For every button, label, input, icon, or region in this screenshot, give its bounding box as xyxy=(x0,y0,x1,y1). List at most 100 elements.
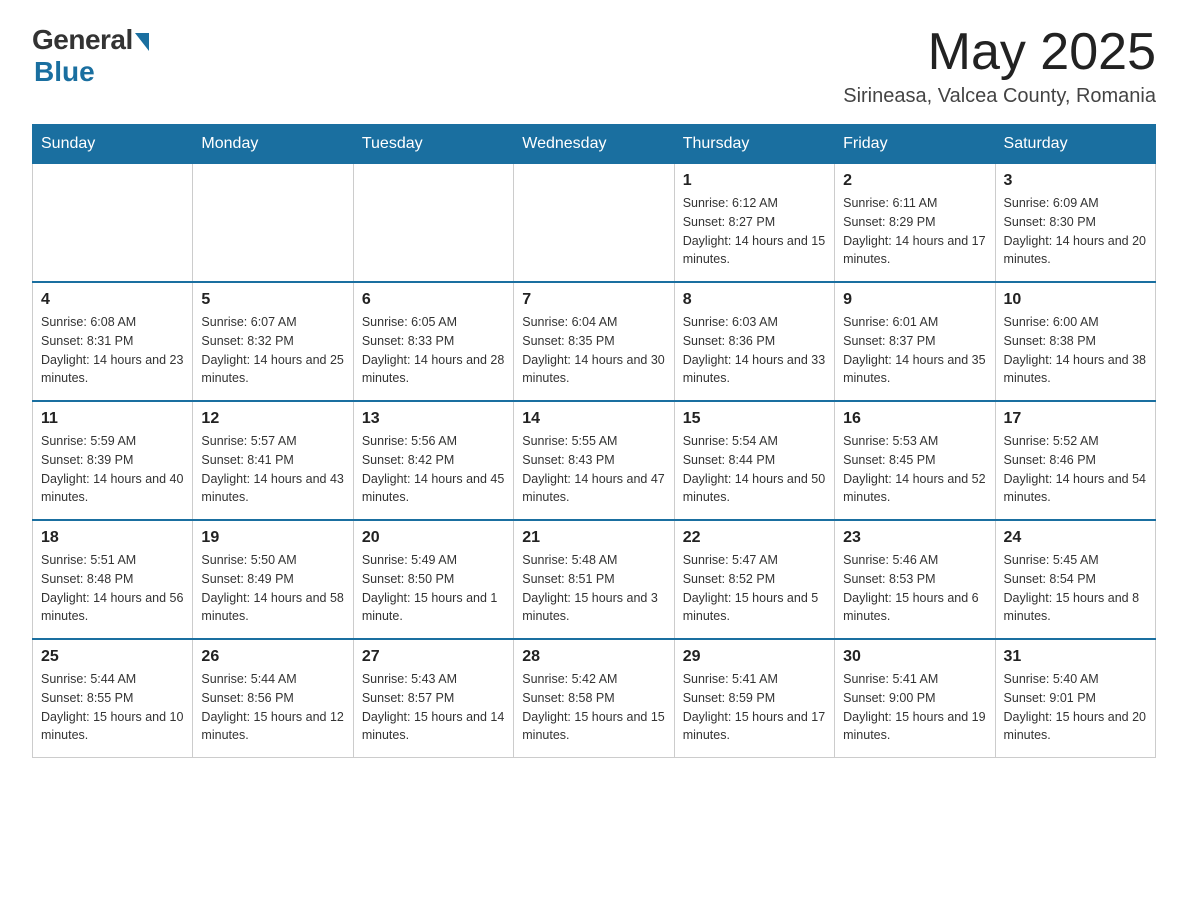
calendar-row-4: 18Sunrise: 5:51 AMSunset: 8:48 PMDayligh… xyxy=(33,520,1156,639)
day-info: Sunrise: 6:12 AMSunset: 8:27 PMDaylight:… xyxy=(683,194,826,269)
calendar-table: Sunday Monday Tuesday Wednesday Thursday… xyxy=(32,124,1156,758)
calendar-cell: 15 Sunrise: 5:54 AMSunset: 8:44 PMDayligh… xyxy=(674,401,834,520)
day-number: 4 xyxy=(41,291,184,309)
day-info: Sunrise: 5:49 AMSunset: 8:50 PMDaylight:… xyxy=(362,551,505,626)
day-number: 27 xyxy=(362,648,505,666)
day-number: 23 xyxy=(843,529,986,547)
col-tuesday: Tuesday xyxy=(353,125,513,164)
day-number: 22 xyxy=(683,529,826,547)
calendar-cell: 10Sunrise: 6:00 AMSunset: 8:38 PMDayligh… xyxy=(995,282,1155,401)
calendar-cell: 20Sunrise: 5:49 AMSunset: 8:50 PMDayligh… xyxy=(353,520,513,639)
calendar-cell: 23 Sunrise: 5:46 AMSunset: 8:53 PMDayligh… xyxy=(835,520,995,639)
calendar-cell xyxy=(33,164,193,283)
day-number: 9 xyxy=(843,291,986,309)
col-saturday: Saturday xyxy=(995,125,1155,164)
calendar-cell: 5 Sunrise: 6:07 AMSunset: 8:32 PMDaylight… xyxy=(193,282,353,401)
calendar-cell: 8 Sunrise: 6:03 AMSunset: 8:36 PMDaylight… xyxy=(674,282,834,401)
day-number: 14 xyxy=(522,410,665,428)
calendar-cell: 27 Sunrise: 5:43 AMSunset: 8:57 PMDayligh… xyxy=(353,639,513,758)
calendar-cell: 12Sunrise: 5:57 AMSunset: 8:41 PMDayligh… xyxy=(193,401,353,520)
day-info: Sunrise: 5:47 AMSunset: 8:52 PMDaylight:… xyxy=(683,551,826,626)
logo: General Blue xyxy=(32,24,149,88)
day-info: Sunrise: 5:40 AMSunset: 9:01 PMDaylight:… xyxy=(1004,670,1147,745)
col-thursday: Thursday xyxy=(674,125,834,164)
calendar-row-5: 25 Sunrise: 5:44 AMSunset: 8:55 PMDayligh… xyxy=(33,639,1156,758)
day-info: Sunrise: 6:07 AMSunset: 8:32 PMDaylight:… xyxy=(201,313,344,388)
month-year-title: May 2025 xyxy=(843,24,1156,81)
calendar-cell: 7 Sunrise: 6:04 AMSunset: 8:35 PMDaylight… xyxy=(514,282,674,401)
calendar-row-3: 11 Sunrise: 5:59 AMSunset: 8:39 PMDayligh… xyxy=(33,401,1156,520)
calendar-cell: 21Sunrise: 5:48 AMSunset: 8:51 PMDayligh… xyxy=(514,520,674,639)
day-number: 13 xyxy=(362,410,505,428)
day-info: Sunrise: 5:44 AMSunset: 8:55 PMDaylight:… xyxy=(41,670,184,745)
calendar-cell: 18Sunrise: 5:51 AMSunset: 8:48 PMDayligh… xyxy=(33,520,193,639)
title-block: May 2025 Sirineasa, Valcea County, Roman… xyxy=(843,24,1156,108)
day-info: Sunrise: 6:11 AMSunset: 8:29 PMDaylight:… xyxy=(843,194,986,269)
calendar-cell xyxy=(193,164,353,283)
day-info: Sunrise: 5:59 AMSunset: 8:39 PMDaylight:… xyxy=(41,432,184,507)
calendar-cell: 30Sunrise: 5:41 AMSunset: 9:00 PMDayligh… xyxy=(835,639,995,758)
day-number: 11 xyxy=(41,410,184,428)
calendar-cell xyxy=(353,164,513,283)
day-info: Sunrise: 6:01 AMSunset: 8:37 PMDaylight:… xyxy=(843,313,986,388)
calendar-cell: 31 Sunrise: 5:40 AMSunset: 9:01 PMDayligh… xyxy=(995,639,1155,758)
day-number: 6 xyxy=(362,291,505,309)
col-sunday: Sunday xyxy=(33,125,193,164)
day-number: 8 xyxy=(683,291,826,309)
day-info: Sunrise: 5:50 AMSunset: 8:49 PMDaylight:… xyxy=(201,551,344,626)
calendar-cell xyxy=(514,164,674,283)
calendar-cell: 2Sunrise: 6:11 AMSunset: 8:29 PMDaylight… xyxy=(835,164,995,283)
day-info: Sunrise: 5:53 AMSunset: 8:45 PMDaylight:… xyxy=(843,432,986,507)
day-number: 10 xyxy=(1004,291,1147,309)
col-friday: Friday xyxy=(835,125,995,164)
day-info: Sunrise: 5:45 AMSunset: 8:54 PMDaylight:… xyxy=(1004,551,1147,626)
calendar-row-1: 1 Sunrise: 6:12 AMSunset: 8:27 PMDaylight… xyxy=(33,164,1156,283)
logo-arrow-icon xyxy=(135,33,149,51)
calendar-cell: 25 Sunrise: 5:44 AMSunset: 8:55 PMDayligh… xyxy=(33,639,193,758)
day-number: 7 xyxy=(522,291,665,309)
calendar-cell: 11 Sunrise: 5:59 AMSunset: 8:39 PMDayligh… xyxy=(33,401,193,520)
day-info: Sunrise: 6:08 AMSunset: 8:31 PMDaylight:… xyxy=(41,313,184,388)
day-info: Sunrise: 5:46 AMSunset: 8:53 PMDaylight:… xyxy=(843,551,986,626)
calendar-header-row: Sunday Monday Tuesday Wednesday Thursday… xyxy=(33,125,1156,164)
day-info: Sunrise: 5:56 AMSunset: 8:42 PMDaylight:… xyxy=(362,432,505,507)
day-number: 24 xyxy=(1004,529,1147,547)
day-info: Sunrise: 6:05 AMSunset: 8:33 PMDaylight:… xyxy=(362,313,505,388)
day-number: 1 xyxy=(683,172,826,190)
day-number: 15 xyxy=(683,410,826,428)
calendar-cell: 9 Sunrise: 6:01 AMSunset: 8:37 PMDaylight… xyxy=(835,282,995,401)
col-wednesday: Wednesday xyxy=(514,125,674,164)
calendar-cell: 3Sunrise: 6:09 AMSunset: 8:30 PMDaylight… xyxy=(995,164,1155,283)
day-number: 30 xyxy=(843,648,986,666)
calendar-cell: 1 Sunrise: 6:12 AMSunset: 8:27 PMDaylight… xyxy=(674,164,834,283)
location-title: Sirineasa, Valcea County, Romania xyxy=(843,85,1156,108)
day-info: Sunrise: 5:43 AMSunset: 8:57 PMDaylight:… xyxy=(362,670,505,745)
calendar-cell: 28Sunrise: 5:42 AMSunset: 8:58 PMDayligh… xyxy=(514,639,674,758)
day-number: 12 xyxy=(201,410,344,428)
day-number: 31 xyxy=(1004,648,1147,666)
day-number: 29 xyxy=(683,648,826,666)
day-info: Sunrise: 6:04 AMSunset: 8:35 PMDaylight:… xyxy=(522,313,665,388)
calendar-cell: 29Sunrise: 5:41 AMSunset: 8:59 PMDayligh… xyxy=(674,639,834,758)
day-info: Sunrise: 5:42 AMSunset: 8:58 PMDaylight:… xyxy=(522,670,665,745)
calendar-cell: 26 Sunrise: 5:44 AMSunset: 8:56 PMDayligh… xyxy=(193,639,353,758)
calendar-cell: 14Sunrise: 5:55 AMSunset: 8:43 PMDayligh… xyxy=(514,401,674,520)
calendar-cell: 13 Sunrise: 5:56 AMSunset: 8:42 PMDayligh… xyxy=(353,401,513,520)
day-info: Sunrise: 6:09 AMSunset: 8:30 PMDaylight:… xyxy=(1004,194,1147,269)
day-info: Sunrise: 6:03 AMSunset: 8:36 PMDaylight:… xyxy=(683,313,826,388)
day-number: 16 xyxy=(843,410,986,428)
page-header: General Blue May 2025 Sirineasa, Valcea … xyxy=(32,24,1156,108)
day-number: 17 xyxy=(1004,410,1147,428)
day-number: 5 xyxy=(201,291,344,309)
calendar-cell: 22 Sunrise: 5:47 AMSunset: 8:52 PMDayligh… xyxy=(674,520,834,639)
day-info: Sunrise: 5:44 AMSunset: 8:56 PMDaylight:… xyxy=(201,670,344,745)
col-monday: Monday xyxy=(193,125,353,164)
calendar-cell: 16 Sunrise: 5:53 AMSunset: 8:45 PMDayligh… xyxy=(835,401,995,520)
day-number: 25 xyxy=(41,648,184,666)
day-info: Sunrise: 5:54 AMSunset: 8:44 PMDaylight:… xyxy=(683,432,826,507)
calendar-cell: 24 Sunrise: 5:45 AMSunset: 8:54 PMDayligh… xyxy=(995,520,1155,639)
day-number: 18 xyxy=(41,529,184,547)
day-info: Sunrise: 5:52 AMSunset: 8:46 PMDaylight:… xyxy=(1004,432,1147,507)
calendar-cell: 19Sunrise: 5:50 AMSunset: 8:49 PMDayligh… xyxy=(193,520,353,639)
day-number: 26 xyxy=(201,648,344,666)
